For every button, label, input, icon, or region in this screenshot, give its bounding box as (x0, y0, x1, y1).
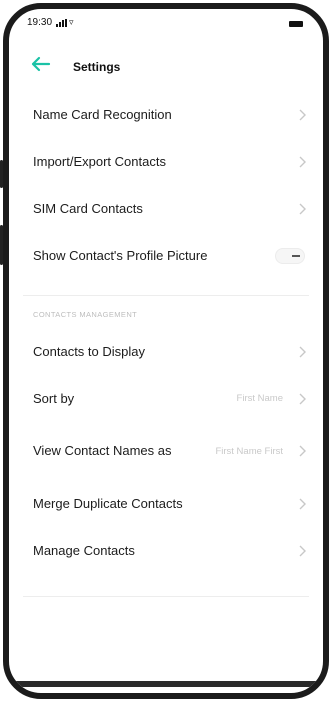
chevron-right-icon (299, 156, 306, 167)
status-bar: 19:30 ▿ (9, 15, 323, 33)
sim-card-contacts-item[interactable]: SIM Card Contacts (9, 185, 323, 232)
wifi-icon: ▿ (69, 17, 74, 27)
bottom-divider (23, 596, 309, 597)
item-label: Show Contact's Profile Picture (33, 247, 208, 263)
status-left: 19:30 ▿ (27, 17, 74, 28)
volume-button (0, 160, 3, 188)
item-label: Contacts to Display (33, 343, 145, 359)
chevron-right-icon (299, 203, 306, 214)
back-arrow-icon[interactable] (29, 55, 51, 73)
item-label: View Contact Names as (33, 443, 172, 458)
toggle-knob (292, 254, 300, 257)
item-label: Merge Duplicate Contacts (33, 495, 183, 511)
power-button (0, 225, 3, 265)
sort-by-item[interactable]: Sort by First Name (9, 375, 323, 422)
chevron-right-icon (299, 109, 306, 120)
sort-by-value: First Name (236, 393, 283, 404)
view-contact-names-item[interactable]: View Contact Names as First Name First (9, 422, 323, 480)
header: Settings (9, 47, 323, 81)
section-header: CONTACTS MANAGEMENT (33, 310, 138, 319)
page-title: Settings (73, 60, 121, 74)
signal-icon (56, 18, 68, 27)
merge-duplicate-contacts-item[interactable]: Merge Duplicate Contacts (9, 480, 323, 527)
bottom-bezel (9, 681, 323, 687)
phone-frame: 19:30 ▿ Settings Name Card Recognition I… (3, 3, 329, 699)
chevron-right-icon (299, 393, 306, 404)
view-names-value: First Name First (215, 445, 283, 457)
settings-list: Name Card Recognition Import/Export Cont… (9, 91, 323, 597)
import-export-contacts-item[interactable]: Import/Export Contacts (9, 138, 323, 185)
manage-contacts-item[interactable]: Manage Contacts (9, 527, 323, 574)
name-card-recognition-item[interactable]: Name Card Recognition (9, 91, 323, 138)
item-label: Sort by (33, 390, 75, 406)
chevron-right-icon (299, 346, 306, 357)
contacts-to-display-item[interactable]: Contacts to Display (9, 328, 323, 375)
battery-icon (289, 21, 303, 27)
item-label: Manage Contacts (33, 542, 135, 558)
item-label: SIM Card Contacts (33, 200, 143, 216)
section-divider (23, 295, 309, 296)
status-time: 19:30 (27, 17, 53, 28)
chevron-right-icon (299, 445, 306, 457)
chevron-right-icon (299, 545, 306, 556)
item-label: Import/Export Contacts (33, 153, 166, 169)
profile-picture-toggle[interactable] (275, 247, 305, 264)
item-label: Name Card Recognition (33, 106, 172, 122)
show-profile-picture-item: Show Contact's Profile Picture (9, 232, 323, 279)
chevron-right-icon (299, 498, 306, 509)
